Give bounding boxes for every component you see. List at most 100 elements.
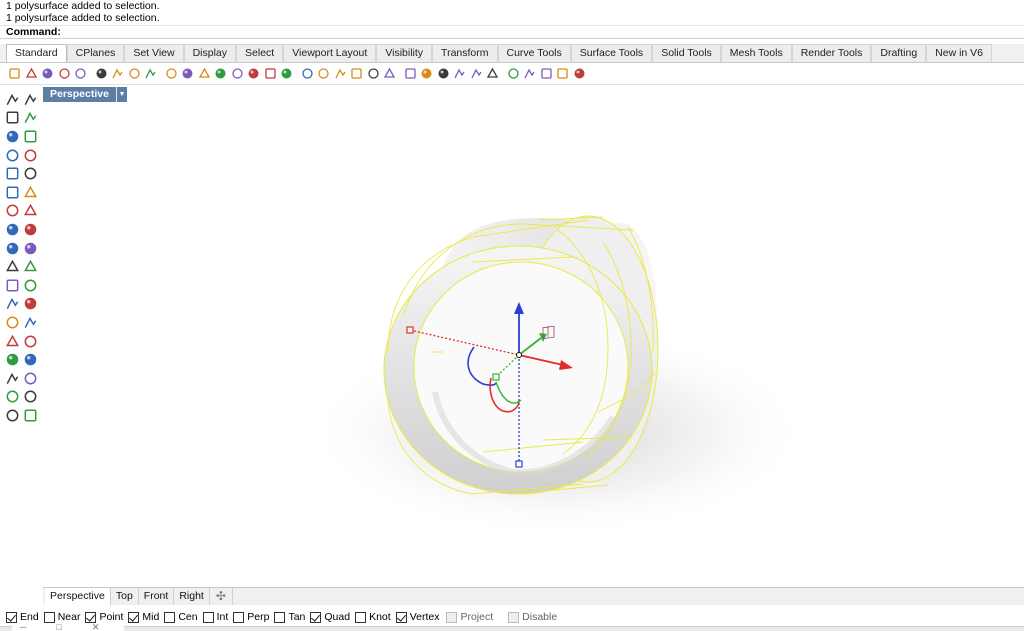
arc-icon[interactable] [4, 165, 21, 182]
perspective-viewport[interactable] [43, 102, 1024, 587]
view-tab-top[interactable]: Top [111, 588, 139, 605]
tab-render-tools[interactable]: Render Tools [791, 44, 872, 62]
four-viewports-icon[interactable] [280, 66, 293, 81]
save-icon[interactable] [41, 66, 54, 81]
group-icon[interactable] [4, 277, 21, 294]
undo-icon[interactable] [144, 66, 157, 81]
fillet-edge-icon[interactable] [4, 295, 21, 312]
grid-array-icon[interactable] [4, 370, 21, 387]
solid-edit-icon[interactable] [4, 351, 21, 368]
open-file-icon[interactable] [25, 66, 38, 81]
osnap-knot[interactable]: Knot [355, 611, 391, 623]
move-icon[interactable] [181, 66, 194, 81]
osnap-checkbox[interactable] [43, 611, 55, 623]
rectangle-icon[interactable] [22, 147, 39, 164]
lock-icon[interactable] [383, 66, 396, 81]
gear-icon[interactable] [523, 66, 536, 81]
trim-icon[interactable] [4, 258, 21, 275]
osnap-vertex[interactable]: Vertex [395, 611, 439, 623]
layer-icon[interactable] [404, 66, 417, 81]
analyze-icon[interactable] [4, 388, 21, 405]
tab-solid-tools[interactable]: Solid Tools [652, 44, 721, 62]
osnap-checkbox[interactable] [164, 611, 176, 623]
osnap-checkbox[interactable] [310, 611, 322, 623]
maximize-icon[interactable]: □ [56, 624, 61, 631]
grid-snap-icon[interactable] [540, 66, 553, 81]
extrude-curve-icon[interactable] [22, 184, 39, 201]
polyline-icon[interactable] [4, 109, 21, 126]
new-file-icon[interactable] [8, 66, 21, 81]
help-icon[interactable] [573, 66, 586, 81]
text-icon[interactable] [4, 314, 21, 331]
named-view-icon[interactable] [334, 66, 347, 81]
curve-from-points-icon[interactable] [22, 109, 39, 126]
render-sphere-icon[interactable] [437, 66, 450, 81]
paste-icon[interactable] [128, 66, 141, 81]
command-line[interactable]: Command: [0, 25, 1024, 39]
mesh-icon[interactable] [22, 221, 39, 238]
mirror-icon[interactable] [22, 333, 39, 350]
render-preview-icon[interactable] [453, 66, 466, 81]
tab-select[interactable]: Select [236, 44, 284, 62]
view-tab-front[interactable]: Front [139, 588, 175, 605]
explode-icon[interactable] [22, 240, 39, 257]
cut-icon[interactable] [95, 66, 108, 81]
viewport-title-tab[interactable]: Perspective ▼ [43, 87, 127, 102]
osnap-point[interactable]: Point [85, 611, 123, 623]
select-arrow-icon[interactable] [4, 91, 21, 108]
fillet-curve-icon[interactable] [22, 165, 39, 182]
import-icon[interactable] [74, 66, 87, 81]
gray-sphere-icon[interactable] [470, 66, 483, 81]
osnap-checkbox[interactable] [85, 611, 97, 623]
light-bulb-icon[interactable] [22, 407, 39, 424]
close-icon[interactable]: ✕ [92, 624, 100, 631]
sphere-solid-icon[interactable] [22, 202, 39, 219]
viewport-canvas[interactable] [43, 102, 1024, 587]
osnap-int[interactable]: Int [202, 611, 228, 623]
eye-icon[interactable] [317, 66, 330, 81]
dimension-icon[interactable] [22, 314, 39, 331]
place-camera-icon[interactable] [350, 66, 363, 81]
zoom-window-icon[interactable] [214, 66, 227, 81]
circle-icon[interactable] [4, 128, 21, 145]
array-icon[interactable] [4, 333, 21, 350]
osnap-checkbox[interactable] [355, 611, 367, 623]
window-controls[interactable]: ─ □ ✕ [12, 624, 124, 631]
options-icon[interactable] [507, 66, 520, 81]
tab-mesh-tools[interactable]: Mesh Tools [720, 44, 792, 62]
osnap-end[interactable]: End [6, 611, 39, 623]
osnap-checkbox[interactable] [274, 611, 286, 623]
surface-from-points-icon[interactable] [4, 184, 21, 201]
block-icon[interactable] [22, 370, 39, 387]
zoom-icon[interactable] [198, 66, 211, 81]
copy-icon[interactable] [111, 66, 124, 81]
osnap-project[interactable]: Project [446, 611, 493, 623]
osnap-perp[interactable]: Perp [233, 611, 269, 623]
split-icon[interactable] [22, 258, 39, 275]
osnap-mid[interactable]: Mid [128, 611, 159, 623]
ellipse-icon[interactable] [22, 128, 39, 145]
blue-sphere-icon[interactable] [486, 66, 499, 81]
osnap-tan[interactable]: Tan [274, 611, 305, 623]
osnap-quad[interactable]: Quad [310, 611, 350, 623]
cylinder-solid-icon[interactable] [4, 221, 21, 238]
osnap-checkbox[interactable] [395, 611, 407, 623]
offset-icon[interactable] [22, 295, 39, 312]
osnap-checkbox[interactable] [446, 611, 458, 623]
render-icon[interactable] [4, 407, 21, 424]
tab-viewport-layout[interactable]: Viewport Layout [283, 44, 377, 62]
osnap-cen[interactable]: Cen [164, 611, 198, 623]
zoom-extents-icon[interactable] [231, 66, 244, 81]
car-icon[interactable] [301, 66, 314, 81]
tab-display[interactable]: Display [183, 44, 237, 62]
boolean-union-icon[interactable] [4, 240, 21, 257]
osnap-checkbox[interactable] [233, 611, 245, 623]
zoom-selected-icon[interactable] [247, 66, 260, 81]
tab-cplanes[interactable]: CPlanes [66, 44, 125, 62]
tab-set-view[interactable]: Set View [124, 44, 184, 62]
measure-icon[interactable] [22, 351, 39, 368]
add-view-icon[interactable]: ✣ [210, 588, 233, 605]
chevron-down-icon[interactable]: ▼ [115, 87, 127, 102]
tab-curve-tools[interactable]: Curve Tools [497, 44, 571, 62]
osnap-checkbox[interactable] [6, 611, 17, 623]
